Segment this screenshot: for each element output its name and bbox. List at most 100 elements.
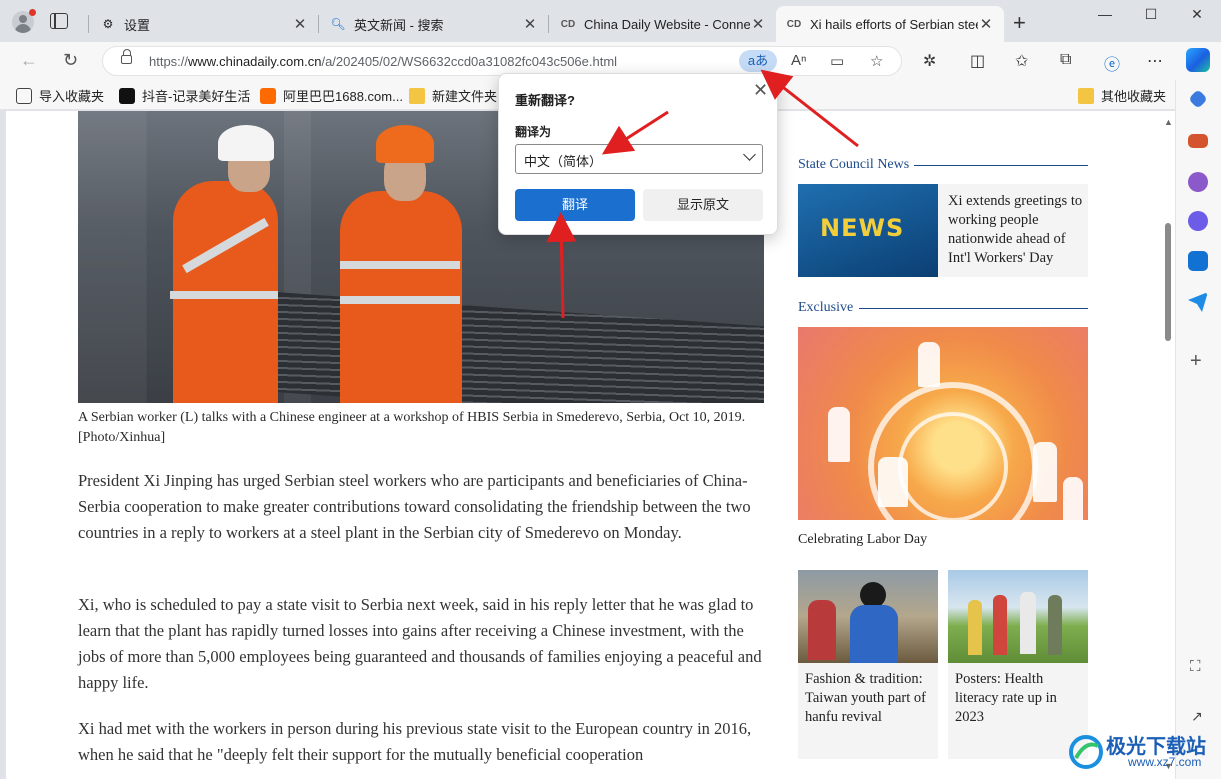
screenshot-icon[interactable]: ⛶ <box>1190 658 1201 675</box>
section-divider <box>859 308 1088 309</box>
tab-separator <box>88 15 89 33</box>
language-value: 中文（简体） <box>524 154 603 169</box>
shopping-tag-icon[interactable] <box>1188 89 1208 109</box>
aurora-logo-icon <box>1069 735 1103 769</box>
tab-title: 英文新闻 - 搜索 <box>354 17 444 33</box>
health-poster-thumbnail[interactable] <box>948 570 1088 663</box>
hanfu-thumbnail[interactable] <box>798 570 938 663</box>
popup-title: 重新翻译? <box>515 93 575 108</box>
favorites-label: 导入收藏夹 <box>39 89 105 104</box>
section-title-state-council[interactable]: State Council News <box>798 157 909 173</box>
read-aloud-icon[interactable]: A︎ⁿ <box>791 52 806 69</box>
headline-xi-greetings[interactable]: Xi extends greetings to working people n… <box>948 192 1086 268</box>
show-original-button[interactable]: 显示原文 <box>643 189 763 221</box>
tab-title: 设置 <box>124 17 151 33</box>
window-close-icon[interactable]: ✕ <box>1174 6 1220 28</box>
add-icon[interactable]: + <box>1190 350 1202 373</box>
minimize-icon[interactable]: — <box>1082 6 1128 28</box>
scrollbar-track[interactable] <box>1161 111 1175 779</box>
section-title-exclusive[interactable]: Exclusive <box>798 300 853 316</box>
toolbox-icon[interactable] <box>1188 134 1208 148</box>
tab-chinadaily[interactable]: CD China Daily Website - Connecti ✕ <box>550 6 776 42</box>
gear-icon: ⚙ <box>102 17 114 31</box>
scroll-up-icon[interactable]: ▲ <box>1164 117 1173 127</box>
favorites-item-other[interactable]: 其他收藏夹 <box>1078 86 1166 105</box>
orange-helmet <box>376 125 434 163</box>
extensions-icon[interactable]: ✲ <box>923 51 936 71</box>
favorites-label: 阿里巴巴1688.com... <box>283 89 403 104</box>
tab-strip: ⚙ 设置 ✕ 🔍︎ 英文新闻 - 搜索 ✕ CD China Daily Web… <box>0 0 1221 42</box>
translate-popup: 重新翻译? ✕ 翻译为 中文（简体） 翻译 显示原文 <box>498 73 778 235</box>
alibaba-icon <box>260 87 276 104</box>
close-icon[interactable]: ✕ <box>978 15 994 33</box>
copilot-m365-icon[interactable] <box>1188 211 1208 231</box>
tab-actions-icon[interactable] <box>50 13 68 29</box>
tab-title: China Daily Website - Connecti <box>584 16 750 32</box>
tab-title: Xi hails efforts of Serbian steel <box>810 16 978 32</box>
cd-logo-icon: CD <box>560 18 576 30</box>
favorites-item-douyin[interactable]: 抖音-记录美好生活 <box>119 86 250 105</box>
import-icon <box>16 87 32 104</box>
favorite-star-icon[interactable]: ☆ <box>870 52 883 70</box>
immersive-reader-icon[interactable]: ▭ <box>830 52 844 70</box>
tab-separator <box>318 15 319 33</box>
tab-article-active[interactable]: CD Xi hails efforts of Serbian steel ✕ <box>776 6 1004 42</box>
refresh-icon[interactable]: ↻ <box>63 50 78 71</box>
send-icon[interactable] <box>1188 292 1208 312</box>
folder-icon <box>1078 87 1094 104</box>
close-icon[interactable]: ✕ <box>292 15 308 33</box>
outlook-icon[interactable] <box>1188 251 1208 271</box>
translate-button[interactable]: 翻译 <box>515 189 635 221</box>
new-tab-icon[interactable]: + <box>1013 10 1026 36</box>
favorites-item-import[interactable]: 导入收藏夹 <box>16 86 104 105</box>
folder-icon <box>409 87 425 104</box>
people-icon[interactable] <box>1188 172 1208 192</box>
favorites-icon[interactable]: ✩ <box>1015 51 1028 71</box>
edge-sidebar: + ⛶ ↗ <box>1175 80 1221 779</box>
scrollbar-thumb[interactable] <box>1165 223 1171 341</box>
watermark-url: www.xz7.com <box>1128 755 1202 769</box>
address-bar[interactable]: https://www.chinadaily.com.cn/a/202405/0… <box>102 46 902 76</box>
translate-icon[interactable]: aあ <box>739 50 777 72</box>
tab-separator <box>548 15 549 33</box>
article-paragraph: President Xi Jinping has urged Serbian s… <box>78 471 751 542</box>
close-icon[interactable]: ✕ <box>522 15 538 33</box>
douyin-icon <box>119 87 135 104</box>
favorites-item-alibaba[interactable]: 阿里巴巴1688.com... <box>260 86 403 105</box>
section-divider <box>914 165 1088 166</box>
edge-icon[interactable]: ⓔ <box>1104 51 1120 75</box>
notification-dot <box>29 9 36 16</box>
cd-logo-icon: CD <box>786 18 802 30</box>
tab-search[interactable]: 🔍︎ 英文新闻 - 搜索 ✕ <box>320 6 548 42</box>
language-select[interactable]: 中文（简体） <box>515 144 763 174</box>
split-screen-icon[interactable]: ◫ <box>970 51 985 71</box>
copilot-icon[interactable] <box>1186 48 1210 72</box>
article-paragraph: Xi had met with the workers in person du… <box>78 719 752 764</box>
open-external-icon[interactable]: ↗ <box>1191 708 1203 725</box>
favorites-label: 抖音-记录美好生活 <box>142 89 251 104</box>
favorites-label: 新建文件夹 <box>432 89 498 104</box>
watermark-logo: 极光下载站 www.xz7.com <box>1068 728 1218 776</box>
close-icon[interactable]: ✕ <box>750 15 766 33</box>
white-helmet <box>218 125 274 161</box>
back-arrow-icon[interactable]: ← <box>20 50 38 71</box>
favorites-label: 其他收藏夹 <box>1101 89 1167 104</box>
close-icon[interactable]: ✕ <box>753 80 768 101</box>
headline-hanfu[interactable]: Fashion & tradition: Taiwan youth part o… <box>805 670 933 727</box>
labor-day-image[interactable] <box>798 327 1088 520</box>
headline-health-literacy[interactable]: Posters: Health literacy rate up in 2023 <box>955 670 1083 727</box>
photo-caption: A Serbian worker (L) talks with a Chines… <box>78 410 746 445</box>
headline-labor-day[interactable]: Celebrating Labor Day <box>798 530 1088 549</box>
translate-to-label: 翻译为 <box>515 125 552 139</box>
news-thumbnail-word: NEWS <box>820 214 905 242</box>
tab-settings[interactable]: ⚙ 设置 ✕ <box>90 6 318 42</box>
news-thumbnail[interactable]: NEWS <box>798 184 938 277</box>
chevron-down-icon <box>743 148 756 161</box>
search-icon: 🔍︎ <box>330 17 346 31</box>
maximize-icon[interactable]: ☐ <box>1128 6 1174 28</box>
favorites-item-new-folder[interactable]: 新建文件夹 <box>409 86 497 105</box>
lock-icon[interactable] <box>121 49 132 64</box>
collections-icon[interactable]: ⧉ <box>1060 51 1071 69</box>
url-text[interactable]: https://www.chinadaily.com.cn/a/202405/0… <box>149 54 617 69</box>
more-options-icon[interactable]: ⋯ <box>1147 51 1163 71</box>
